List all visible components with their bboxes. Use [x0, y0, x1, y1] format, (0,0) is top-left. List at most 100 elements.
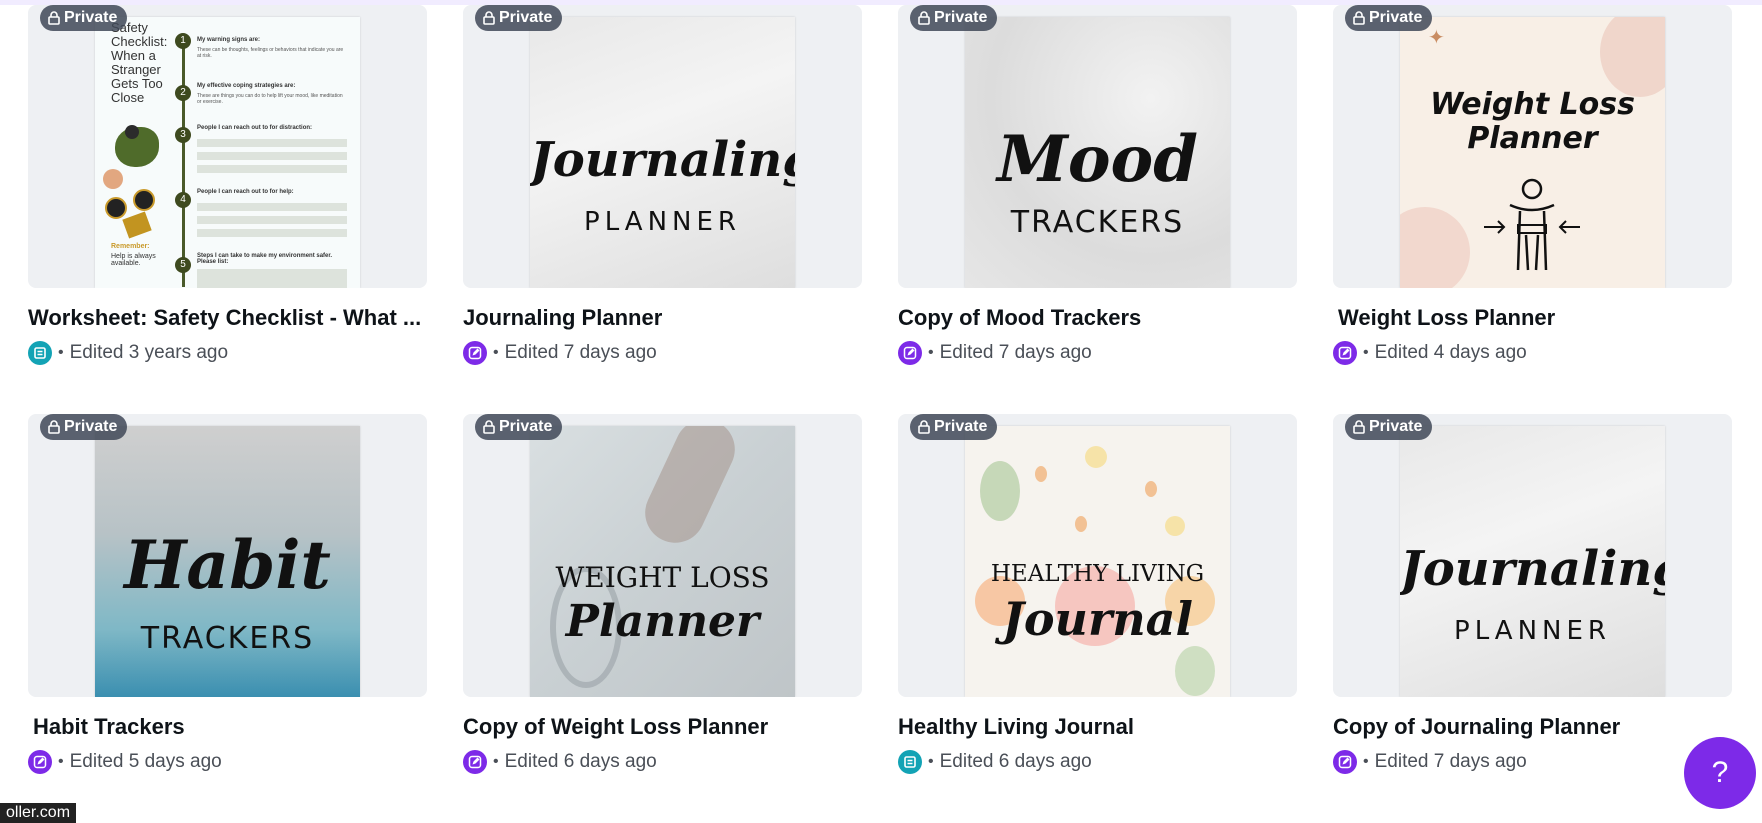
leaf-decor	[980, 461, 1020, 521]
thumbnail-page: Safety Checklist: When a Stranger Gets T…	[95, 17, 360, 288]
thumbnail-page: ✦ Weight Loss Planner	[1400, 17, 1665, 288]
illustration-shape	[133, 189, 155, 211]
fruit-decor	[1075, 516, 1087, 532]
timeline-line	[182, 37, 185, 287]
design-meta: • Edited 7 days ago	[898, 341, 1297, 365]
design-card[interactable]: Private ✦ Weight Loss Planner Weight Los…	[1333, 5, 1732, 365]
thumb-section: My warning signs are:	[197, 37, 261, 43]
design-app-icon	[463, 341, 487, 365]
private-badge: Private	[1345, 5, 1433, 31]
thumb-note: These can be thoughts, feelings or behav…	[197, 47, 344, 59]
design-title[interactable]: Copy of Journaling Planner	[1333, 714, 1732, 740]
edited-time: Edited 7 days ago	[939, 342, 1092, 363]
thumbnail-page: Journaling PLANNER	[530, 17, 795, 288]
design-card[interactable]: Private Habit TRACKERS Habit Trackers • …	[28, 414, 427, 774]
design-meta: • Edited 6 days ago	[898, 750, 1297, 774]
design-title[interactable]: Weight Loss Planner	[1333, 305, 1737, 331]
design-title[interactable]: Healthy Living Journal	[898, 714, 1297, 740]
illustration-head	[125, 125, 139, 139]
thumb-heading-text: HEALTHY LIVING	[990, 561, 1205, 587]
design-app-icon	[28, 750, 52, 774]
fruit-decor	[1165, 516, 1185, 536]
design-app-icon	[1333, 750, 1357, 774]
design-thumbnail[interactable]: Private Journaling PLANNER	[463, 5, 862, 288]
design-thumbnail[interactable]: Private ✦ Weight Loss Planner	[1333, 5, 1732, 288]
step-marker: 4	[175, 192, 191, 208]
private-badge: Private	[40, 414, 128, 440]
design-meta: • Edited 5 days ago	[28, 750, 427, 774]
private-badge: Private	[910, 5, 998, 31]
illustration-shape	[122, 211, 152, 239]
separator-dot: •	[493, 344, 499, 361]
design-thumbnail[interactable]: Private Habit TRACKERS	[28, 414, 427, 697]
doc-app-icon	[898, 750, 922, 774]
thumb-footer-text: Help is always available.	[111, 253, 156, 267]
design-card[interactable]: Private Safety Checklist: When a Strange…	[28, 5, 427, 365]
design-title[interactable]: Habit Trackers	[28, 714, 432, 740]
separator-dot: •	[58, 344, 64, 361]
separator-dot: •	[1363, 753, 1369, 770]
edited-time: Edited 3 years ago	[69, 342, 229, 363]
thumb-script-text: Habit	[124, 526, 331, 604]
thumb-script-text: Journal	[1002, 592, 1193, 646]
design-app-icon	[463, 750, 487, 774]
badge-label: Private	[499, 418, 553, 435]
badge-label: Private	[1369, 418, 1423, 435]
private-badge: Private	[40, 5, 128, 31]
edited-time: Edited 4 days ago	[1374, 342, 1527, 363]
badge-label: Private	[64, 9, 118, 26]
lock-icon	[1353, 420, 1365, 434]
decor-blob	[1600, 17, 1665, 97]
fruit-decor	[1035, 466, 1047, 482]
design-title[interactable]: Journaling Planner	[463, 305, 862, 331]
design-card[interactable]: Private Mood TRACKERS Copy of Mood Track…	[898, 5, 1297, 365]
thumbnail-page: HEALTHY LIVING Journal	[965, 426, 1230, 697]
body-measure-icon	[1484, 178, 1580, 271]
step-marker: 3	[175, 127, 191, 143]
edited-time: Edited 5 days ago	[69, 751, 222, 772]
private-badge: Private	[475, 5, 563, 31]
thumb-section: People I can reach out to for distractio…	[197, 125, 313, 131]
separator-dot: •	[928, 753, 934, 770]
thumb-heading: Safety Checklist: When a Stranger Gets T…	[111, 20, 168, 105]
design-thumbnail[interactable]: Private Mood TRACKERS	[898, 5, 1297, 288]
lock-icon	[48, 11, 60, 25]
design-thumbnail[interactable]: Private WEIGHT LOSS Planner	[463, 414, 862, 697]
doc-app-icon	[28, 341, 52, 365]
design-title[interactable]: Worksheet: Safety Checklist - What ...	[28, 305, 427, 331]
design-meta: • Edited 7 days ago	[463, 341, 862, 365]
lock-icon	[483, 420, 495, 434]
contact-lines	[197, 139, 347, 173]
separator-dot: •	[928, 344, 934, 361]
badge-label: Private	[1369, 9, 1423, 26]
notes-box	[197, 269, 347, 288]
edited-time: Edited 6 days ago	[939, 751, 1092, 772]
illustration-shape	[103, 169, 123, 189]
thumb-footer-label: Remember:	[111, 243, 150, 250]
thumbnail-page: WEIGHT LOSS Planner	[530, 426, 795, 697]
step-marker: 1	[175, 33, 191, 49]
design-thumbnail[interactable]: Private Safety Checklist: When a Strange…	[28, 5, 427, 288]
fruit-decor	[1145, 481, 1157, 497]
design-title[interactable]: Copy of Mood Trackers	[898, 305, 1297, 331]
design-title[interactable]: Copy of Weight Loss Planner	[463, 714, 862, 740]
design-meta: • Edited 3 years ago	[28, 341, 427, 365]
separator-dot: •	[493, 753, 499, 770]
thumb-heading-text: Weight Loss	[1430, 87, 1635, 122]
design-thumbnail[interactable]: Private Journaling PLANNER	[1333, 414, 1732, 697]
design-card[interactable]: Private WEIGHT LOSS Planner Copy of Weig…	[463, 414, 862, 774]
decor-arm	[635, 426, 745, 553]
thumb-script-text: Journaling	[530, 132, 795, 188]
thumb-heading-text: WEIGHT LOSS	[555, 561, 770, 594]
step-marker: 5	[175, 257, 191, 273]
sparkle-icon: ✦	[1428, 27, 1445, 49]
design-thumbnail[interactable]: Private HEALTHY LIVING Journal	[898, 414, 1297, 697]
design-card[interactable]: Private Journaling PLANNER Journaling Pl…	[463, 5, 862, 365]
design-app-icon	[898, 341, 922, 365]
lock-icon	[483, 11, 495, 25]
thumb-heading-text: Planner	[1467, 121, 1598, 156]
design-card[interactable]: Private Journaling PLANNER Copy of Journ…	[1333, 414, 1732, 774]
help-button[interactable]: ?	[1684, 737, 1756, 809]
design-card[interactable]: Private HEALTHY LIVING Journal Healthy L…	[898, 414, 1297, 774]
leaf-decor	[1175, 646, 1215, 696]
